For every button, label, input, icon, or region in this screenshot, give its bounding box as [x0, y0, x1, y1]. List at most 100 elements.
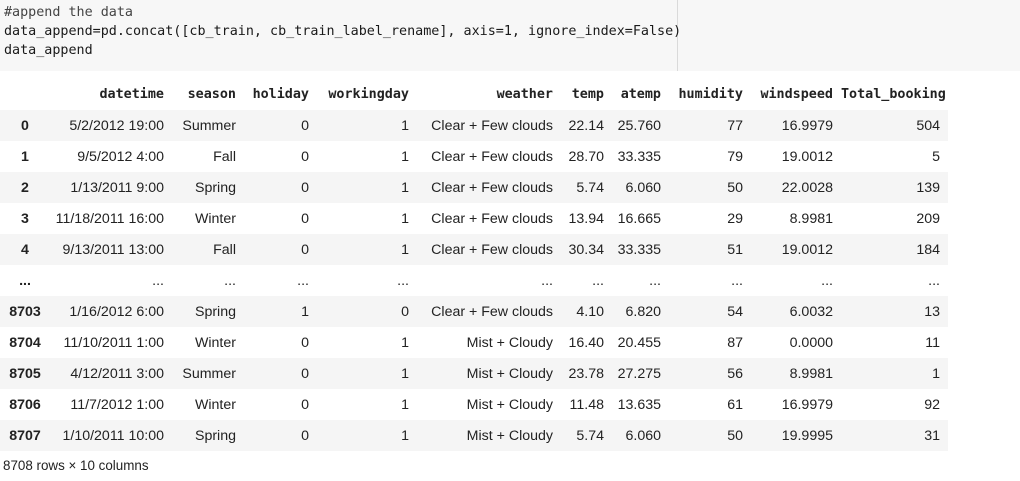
table-row: 1 9/5/2012 4:00 Fall 0 1 Clear + Few clouds 28… — [0, 141, 948, 172]
table-cell: 11 — [925, 334, 940, 351]
table-cell: 0 — [301, 179, 309, 196]
table-cell: 16.9979 — [781, 117, 833, 134]
table-cell: Clear + Few clouds — [431, 179, 553, 196]
table-cell: 0 — [301, 210, 309, 227]
table-cell: 1 — [401, 148, 409, 165]
table-cell: ... — [397, 272, 409, 289]
code-cell[interactable]: #append the data data_append=pd.concat([… — [0, 0, 1020, 71]
table-cell: Mist + Cloudy — [466, 365, 553, 382]
row-index: 8703 — [9, 303, 41, 320]
table-cell: 4.10 — [576, 303, 604, 320]
table-cell: 6.820 — [625, 303, 661, 320]
table-cell: 0 — [301, 117, 309, 134]
table-cell: ... — [928, 272, 940, 289]
table-cell: ... — [649, 272, 661, 289]
table-cell: 5/2/2012 19:00 — [69, 117, 164, 134]
table-cell: 0 — [401, 303, 409, 320]
table-cell: 61 — [727, 396, 743, 413]
table-cell: Spring — [194, 427, 236, 444]
table-row: 4 9/13/2011 13:00 Fall 0 1 Clear + Few clouds… — [0, 234, 948, 265]
table-cell: ... — [821, 272, 833, 289]
table-cell: ... — [541, 272, 553, 289]
table-cell: 1 — [401, 427, 409, 444]
table-cell: 0 — [301, 334, 309, 351]
column-header-season: season — [187, 86, 236, 102]
table-cell: 5.74 — [576, 179, 604, 196]
dataframe-shape: 8708 rows × 10 columns — [3, 458, 149, 473]
table-cell: 50 — [727, 179, 743, 196]
table-cell: 13.635 — [617, 396, 661, 413]
table-cell: 19.9995 — [781, 427, 833, 444]
table-cell: 30.34 — [568, 241, 604, 258]
table-cell: 16.40 — [568, 334, 604, 351]
table-cell: 0.0000 — [789, 334, 833, 351]
table-cell: Summer — [182, 365, 236, 382]
table-cell: 1/13/2011 9:00 — [70, 179, 164, 196]
table-cell: 11/7/2012 1:00 — [70, 396, 164, 413]
table-cell: 25.760 — [617, 117, 661, 134]
table-cell: 31 — [924, 427, 940, 444]
table-cell: Mist + Cloudy — [466, 427, 553, 444]
table-cell: 139 — [916, 179, 940, 196]
table-cell: Winter — [195, 334, 236, 351]
row-index: 8705 — [9, 365, 41, 382]
table-cell: 33.335 — [617, 148, 661, 165]
table-cell: 0 — [301, 241, 309, 258]
table-cell: 6.060 — [625, 427, 661, 444]
table-cell: 0 — [301, 427, 309, 444]
column-header-windspeed: windspeed — [760, 86, 833, 102]
table-cell: 1/16/2012 6:00 — [69, 303, 164, 320]
table-cell: 77 — [727, 117, 743, 134]
table-row: 0 5/2/2012 19:00 Summer 0 1 Clear + Few cloud… — [0, 110, 948, 141]
table-cell: 87 — [727, 334, 743, 351]
row-index: 0 — [21, 117, 29, 134]
column-header-humidity: humidity — [678, 86, 744, 102]
table-cell: Clear + Few clouds — [431, 117, 553, 134]
table-cell: 19.0012 — [781, 241, 833, 258]
cell-output: datetime season holiday workingday weather te… — [0, 78, 960, 451]
table-cell: 22.14 — [568, 117, 604, 134]
table-cell: 1 — [401, 179, 409, 196]
column-header-holiday: holiday — [252, 86, 309, 102]
table-cell: Spring — [194, 303, 236, 320]
table-cell: ... — [731, 272, 743, 289]
table-cell: ... — [224, 272, 236, 289]
table-cell: 0 — [301, 396, 309, 413]
table-cell: ... — [297, 272, 309, 289]
table-cell: ... — [152, 272, 164, 289]
table-cell: 20.455 — [617, 334, 661, 351]
dataframe-table: datetime season holiday workingday weather te… — [0, 78, 948, 451]
table-row: 8704 11/10/2011 1:00 Winter 0 1 Mist + Cloudy… — [0, 327, 948, 358]
table-cell: 9/5/2012 4:00 — [77, 148, 164, 165]
table-row: 2 1/13/2011 9:00 Spring 0 1 Clear + Few cloud… — [0, 172, 948, 203]
table-cell: 19.0012 — [781, 148, 833, 165]
table-row-ellipsis: ................................. — [0, 265, 948, 296]
table-header-row: datetime season holiday workingday weather te… — [0, 78, 948, 110]
table-cell: 0 — [301, 365, 309, 382]
table-row: 3 11/18/2011 16:00 Winter 0 1 Clear + Few clo… — [0, 203, 948, 234]
code-line-concat: data_append=pd.concat([cb_train, cb_trai… — [4, 24, 682, 39]
table-cell: 29 — [727, 210, 743, 227]
row-index: 8704 — [9, 334, 41, 351]
column-header-atemp: atemp — [620, 86, 661, 102]
table-cell: Summer — [182, 117, 236, 134]
table-cell: 1 — [401, 396, 409, 413]
table-cell: 1 — [401, 241, 409, 258]
column-header-weather: weather — [496, 86, 553, 102]
table-cell: 56 — [727, 365, 743, 382]
table-cell: 209 — [916, 210, 940, 227]
table-cell: 1 — [401, 210, 409, 227]
table-cell: 1/10/2011 10:00 — [62, 427, 164, 444]
table-cell: 92 — [924, 396, 940, 413]
table-cell: Spring — [194, 179, 236, 196]
table-cell: 33.335 — [617, 241, 661, 258]
table-cell: Mist + Cloudy — [466, 396, 553, 413]
table-cell: 0 — [301, 148, 309, 165]
table-cell: 6.060 — [625, 179, 661, 196]
table-cell: Winter — [195, 396, 236, 413]
code-editor[interactable]: #append the data data_append=pd.concat([… — [0, 0, 682, 71]
code-line-display: data_append — [4, 43, 93, 58]
table-cell: Fall — [213, 148, 236, 165]
table-cell: 1 — [401, 117, 409, 134]
table-cell: 9/13/2011 13:00 — [62, 241, 164, 258]
